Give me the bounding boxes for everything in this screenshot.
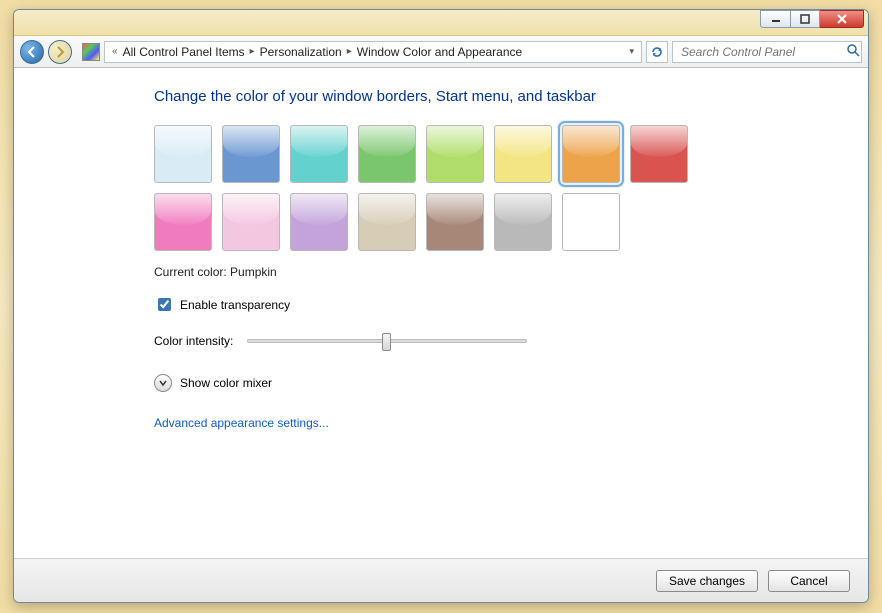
- nav-back-button[interactable]: [20, 40, 44, 64]
- control-panel-icon: [82, 43, 100, 61]
- intensity-row: Color intensity:: [154, 334, 848, 348]
- bottom-bar: Save changes Cancel: [14, 558, 868, 602]
- content-area: Change the color of your window borders,…: [14, 68, 868, 558]
- color-swatch-violet[interactable]: [290, 193, 348, 251]
- search-input[interactable]: [679, 44, 840, 60]
- transparency-checkbox-row[interactable]: Enable transparency: [154, 295, 848, 314]
- color-mixer-expander[interactable]: Show color mixer: [154, 374, 848, 392]
- search-icon[interactable]: [846, 43, 860, 60]
- search-box[interactable]: [672, 41, 862, 63]
- breadcrumb-item[interactable]: Window Color and Appearance: [357, 45, 522, 59]
- color-swatch-leaf[interactable]: [358, 125, 416, 183]
- color-swatch-chocolate[interactable]: [426, 193, 484, 251]
- minimize-button[interactable]: [760, 10, 790, 28]
- color-swatch-grid: [154, 125, 724, 251]
- page-heading: Change the color of your window borders,…: [154, 88, 848, 105]
- window-frame: « All Control Panel Items ▸ Personalizat…: [13, 9, 869, 603]
- color-swatch-blush[interactable]: [222, 193, 280, 251]
- color-swatch-slate[interactable]: [494, 193, 552, 251]
- breadcrumb-item[interactable]: All Control Panel Items: [123, 45, 245, 59]
- advanced-appearance-link[interactable]: Advanced appearance settings...: [154, 416, 848, 430]
- color-swatch-sea[interactable]: [290, 125, 348, 183]
- cancel-button[interactable]: Cancel: [768, 570, 850, 592]
- color-mixer-label: Show color mixer: [180, 376, 272, 390]
- color-swatch-sky[interactable]: [154, 125, 212, 183]
- color-swatch-pumpkin[interactable]: [562, 125, 620, 183]
- titlebar: [14, 10, 868, 36]
- window-controls: [760, 10, 864, 28]
- breadcrumb-item[interactable]: Personalization: [260, 45, 342, 59]
- intensity-slider-thumb[interactable]: [382, 333, 391, 351]
- refresh-button[interactable]: [646, 41, 668, 63]
- color-swatch-lime[interactable]: [426, 125, 484, 183]
- color-swatch-ruby[interactable]: [630, 125, 688, 183]
- color-swatch-fuchsia[interactable]: [154, 193, 212, 251]
- transparency-label: Enable transparency: [180, 298, 290, 312]
- current-color-row: Current color: Pumpkin: [154, 265, 848, 279]
- nav-forward-button[interactable]: [48, 40, 72, 64]
- chevron-right-icon: ▸: [344, 46, 355, 57]
- current-color-label: Current color:: [154, 265, 227, 279]
- intensity-label: Color intensity:: [154, 334, 233, 348]
- intensity-slider[interactable]: [247, 339, 527, 343]
- navbar: « All Control Panel Items ▸ Personalizat…: [14, 36, 868, 68]
- chevron-right-icon: ▸: [247, 46, 258, 57]
- chevron-down-icon[interactable]: [154, 374, 172, 392]
- close-button[interactable]: [820, 10, 864, 28]
- breadcrumb[interactable]: « All Control Panel Items ▸ Personalizat…: [104, 41, 642, 63]
- current-color-value: Pumpkin: [230, 265, 277, 279]
- breadcrumb-root[interactable]: «: [109, 46, 121, 57]
- color-swatch-twilight[interactable]: [222, 125, 280, 183]
- color-swatch-sun[interactable]: [494, 125, 552, 183]
- breadcrumb-dropdown[interactable]: ▾: [626, 46, 637, 57]
- transparency-checkbox[interactable]: [158, 298, 171, 311]
- save-button[interactable]: Save changes: [656, 570, 758, 592]
- color-swatch-taupe[interactable]: [358, 193, 416, 251]
- color-swatch-frost[interactable]: [562, 193, 620, 251]
- maximize-button[interactable]: [790, 10, 820, 28]
